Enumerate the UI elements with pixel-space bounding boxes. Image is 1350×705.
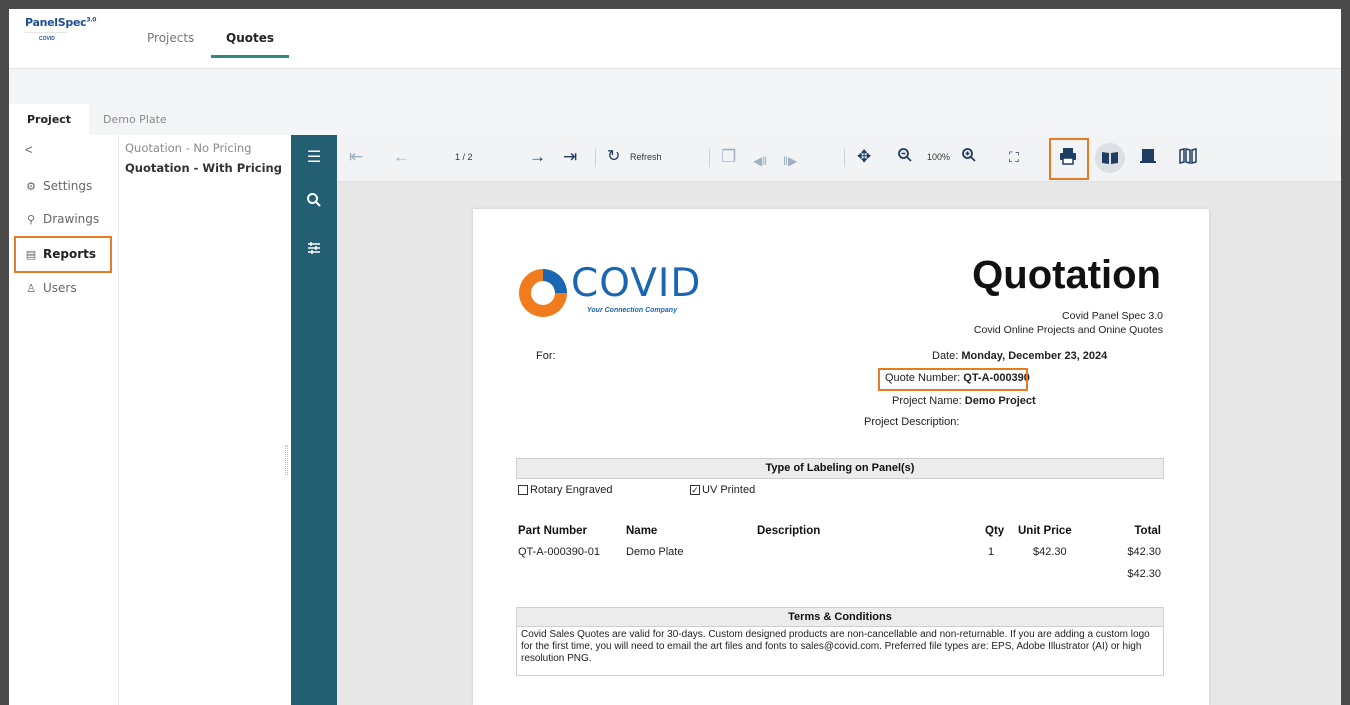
active-tab-indicator bbox=[211, 55, 289, 58]
col-name: Name bbox=[626, 525, 658, 537]
sidebar-item-users[interactable]: ♙ Users bbox=[25, 281, 77, 295]
first-page-icon[interactable]: ⇤ bbox=[349, 147, 363, 167]
date-line: Date: Monday, December 23, 2024 bbox=[932, 350, 1107, 362]
continuous-view-icon[interactable] bbox=[1139, 147, 1157, 170]
refresh-icon[interactable]: ↻ bbox=[607, 147, 620, 167]
back-button[interactable]: < bbox=[25, 142, 33, 157]
report-list: Quotation - No Pricing Quotation - With … bbox=[119, 135, 291, 705]
for-label: For: bbox=[536, 350, 556, 362]
viewer-toolbar: ⇤ ← 1 / 2 → ⇥ ↻ Refresh ❐ ◀‖ ‖▶ ✥ 100% ⛶ bbox=[337, 135, 1341, 182]
copy-icon[interactable]: ❐ bbox=[721, 147, 736, 167]
terms-heading: Terms & Conditions bbox=[517, 608, 1163, 627]
reports-highlight-box bbox=[14, 236, 112, 273]
last-page-icon[interactable]: ⇥ bbox=[563, 147, 577, 167]
next-section-icon[interactable]: ‖▶ bbox=[783, 151, 797, 171]
report-item-no-pricing[interactable]: Quotation - No Pricing bbox=[125, 141, 251, 155]
terms-text: Covid Sales Quotes are valid for 30-days… bbox=[521, 629, 1150, 664]
cell-unit-price: $42.30 bbox=[1033, 546, 1067, 558]
logo-brand: COVID bbox=[39, 36, 55, 42]
option-rotary-engraved: Rotary Engraved bbox=[518, 484, 613, 496]
col-description: Description bbox=[757, 525, 821, 537]
zoom-in-icon[interactable] bbox=[961, 147, 977, 168]
option-rotary-label: Rotary Engraved bbox=[530, 484, 613, 496]
tab-quotes[interactable]: Quotes bbox=[226, 31, 274, 45]
project-name-line: Project Name: Demo Project bbox=[892, 395, 1036, 407]
quote-number-highlight-box bbox=[878, 368, 1028, 391]
date-label: Date: bbox=[932, 350, 959, 362]
project-tabs: Project Demo Plate bbox=[9, 104, 1341, 135]
col-total: Total bbox=[1134, 525, 1161, 537]
document-subtitle-1: Covid Panel Spec 3.0 bbox=[1062, 310, 1163, 322]
zoom-level[interactable]: 100% bbox=[927, 152, 950, 162]
sidebar-item-label: Settings bbox=[43, 179, 93, 193]
checkbox-unchecked-icon bbox=[518, 485, 528, 495]
document-subtitle-2: Covid Online Projects and Onine Quotes bbox=[973, 324, 1163, 336]
drawings-icon: ⚲ bbox=[26, 212, 36, 226]
single-page-view-icon[interactable] bbox=[1095, 143, 1125, 173]
top-nav: PanelSpec3.0 —————————————— COVID Projec… bbox=[9, 9, 1341, 69]
refresh-button[interactable]: Refresh bbox=[630, 152, 662, 162]
col-part-number: Part Number bbox=[518, 525, 588, 537]
viewer-side-panel: ☰ bbox=[291, 135, 337, 705]
report-page: COVID Your Connection Company Quotation … bbox=[473, 209, 1209, 705]
col-qty: Qty bbox=[985, 525, 1005, 537]
sidebar-item-label: Drawings bbox=[43, 212, 100, 226]
project-name-label: Project Name: bbox=[892, 395, 962, 407]
option-uv-label: UV Printed bbox=[702, 484, 756, 496]
logo-text: PanelSpec bbox=[25, 16, 87, 29]
pan-icon[interactable]: ✥ bbox=[857, 147, 871, 167]
labeling-heading: Type of Labeling on Panel(s) bbox=[516, 458, 1164, 479]
prev-section-icon[interactable]: ◀‖ bbox=[753, 151, 767, 171]
search-icon[interactable] bbox=[291, 192, 337, 213]
covid-logo-icon bbox=[519, 269, 567, 317]
multi-page-view-icon[interactable] bbox=[1179, 147, 1197, 170]
print-highlight-box bbox=[1049, 138, 1089, 180]
parameters-icon[interactable] bbox=[291, 240, 337, 261]
project-name-value: Demo Project bbox=[964, 395, 1036, 407]
sidebar-item-label: Users bbox=[43, 281, 77, 295]
page-indicator[interactable]: 1 / 2 bbox=[455, 152, 473, 162]
cell-part-number: QT-A-000390-01 bbox=[518, 546, 600, 558]
users-icon: ♙ bbox=[26, 281, 36, 295]
company-tagline: Your Connection Company bbox=[587, 307, 677, 314]
panel-resize-handle[interactable] bbox=[285, 445, 288, 475]
sidebar-item-settings[interactable]: ⚙ Settings bbox=[25, 179, 92, 193]
tab-project[interactable]: Project bbox=[9, 104, 89, 135]
company-word: COVID bbox=[571, 261, 702, 306]
report-item-with-pricing[interactable]: Quotation - With Pricing bbox=[125, 161, 282, 175]
fullscreen-icon[interactable]: ⛶ bbox=[1009, 147, 1019, 167]
option-uv-printed: ✓ UV Printed bbox=[690, 484, 755, 496]
grand-total: $42.30 bbox=[1127, 568, 1161, 580]
cell-name: Demo Plate bbox=[626, 546, 684, 558]
zoom-out-icon[interactable] bbox=[897, 147, 913, 168]
tab-demo-plate[interactable]: Demo Plate bbox=[103, 113, 167, 126]
settings-icon: ⚙ bbox=[26, 179, 36, 193]
menu-icon[interactable]: ☰ bbox=[291, 147, 337, 167]
project-description-label: Project Description: bbox=[864, 416, 960, 428]
sidebar: < ⚙ Settings ⚲ Drawings ▤ Reports ♙ User… bbox=[9, 135, 119, 705]
logo-version: 3.0 bbox=[86, 16, 97, 24]
prev-page-icon[interactable]: ← bbox=[393, 147, 410, 167]
cell-qty: 1 bbox=[988, 546, 995, 558]
next-page-icon[interactable]: → bbox=[529, 147, 546, 167]
covid-logo: COVID Your Connection Company bbox=[515, 261, 715, 323]
date-value: Monday, December 23, 2024 bbox=[961, 350, 1108, 362]
document-title: Quotation bbox=[972, 253, 1161, 297]
terms-box: Terms & Conditions Covid Sales Quotes ar… bbox=[516, 607, 1164, 676]
secondary-bar bbox=[9, 69, 1341, 104]
tab-projects[interactable]: Projects bbox=[147, 31, 194, 45]
col-unit-price: Unit Price bbox=[1018, 525, 1072, 537]
checkbox-checked-icon: ✓ bbox=[690, 485, 700, 495]
panelspec-logo[interactable]: PanelSpec3.0 —————————————— COVID bbox=[25, 16, 101, 50]
cell-total: $42.30 bbox=[1127, 546, 1161, 558]
sidebar-item-drawings[interactable]: ⚲ Drawings bbox=[25, 212, 99, 226]
